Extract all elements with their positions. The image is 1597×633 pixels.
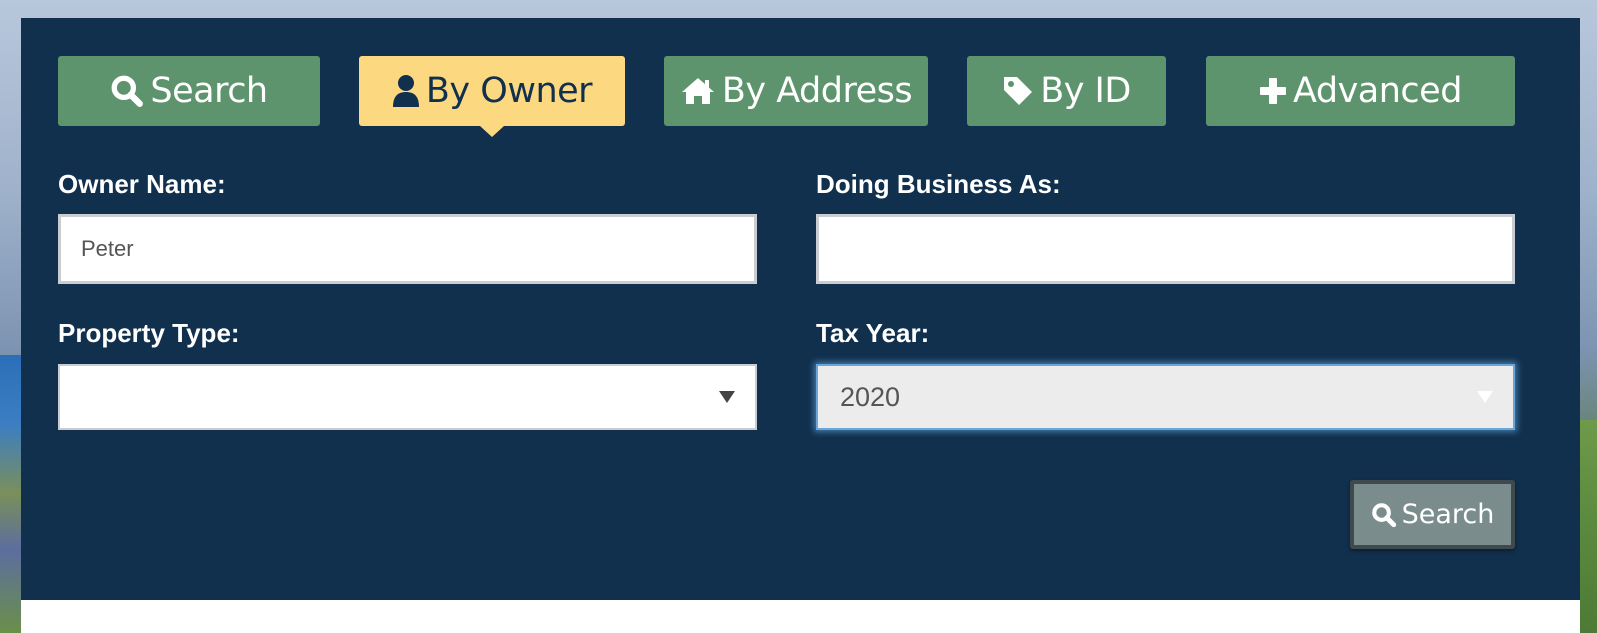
search-icon [111,75,144,107]
tab-by-address-label: By Address [721,71,913,111]
search-button[interactable]: Search [1350,480,1515,549]
tax-year-value: 2020 [840,381,901,412]
tab-by-owner[interactable]: By Owner [359,56,625,137]
tab-by-owner-label: By Owner [425,71,593,111]
home-icon [681,78,714,104]
doing-business-as-label: Doing Business As: [816,169,1061,199]
background-photo-right-edge [1580,420,1597,633]
chevron-down-icon [719,391,735,403]
background-photo-left-edge [0,355,21,633]
tab-by-address[interactable]: By Address [664,56,928,126]
tax-year-select[interactable]: 2020 [816,364,1515,430]
search-icon [1371,502,1396,527]
property-type-select[interactable] [58,364,757,430]
tab-search-label: Search [150,71,268,111]
tax-year-label: Tax Year: [816,318,930,348]
property-type-label: Property Type: [58,318,240,348]
chevron-down-icon [1477,391,1493,403]
user-icon [392,75,419,107]
tag-icon [1004,77,1033,105]
tab-advanced-label: Advanced [1293,71,1462,111]
tab-advanced[interactable]: Advanced [1206,56,1515,126]
search-button-label: Search [1401,499,1495,530]
doing-business-as-input[interactable] [816,214,1515,284]
owner-name-input[interactable] [58,214,757,284]
results-area [21,600,1580,633]
tab-search[interactable]: Search [58,56,320,126]
tab-by-id[interactable]: By ID [967,56,1166,126]
tab-by-id-label: By ID [1040,71,1131,111]
plus-icon [1260,78,1287,104]
owner-name-label: Owner Name: [58,169,226,199]
